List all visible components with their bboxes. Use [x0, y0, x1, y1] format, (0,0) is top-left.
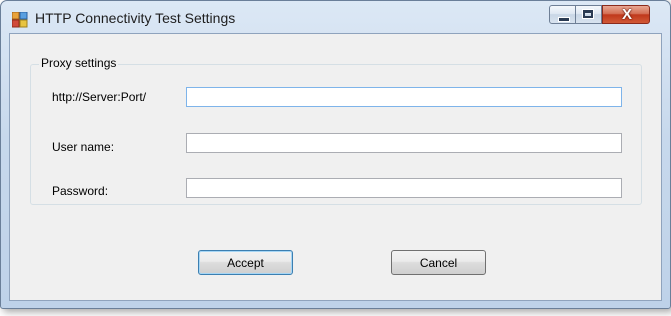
minimize-button[interactable] — [549, 5, 576, 24]
minimize-icon — [558, 17, 570, 22]
password-input[interactable] — [186, 178, 622, 198]
username-label: User name: — [52, 140, 115, 154]
cancel-button[interactable]: Cancel — [391, 250, 486, 275]
dialog-body: Proxy settings http://Server:Port/ User … — [9, 33, 662, 301]
window-title: HTTP Connectivity Test Settings — [35, 10, 236, 26]
maximize-icon — [582, 9, 594, 19]
title-bar[interactable]: HTTP Connectivity Test Settings X — [1, 1, 670, 33]
proxy-settings-legend: Proxy settings — [39, 56, 119, 70]
username-input[interactable] — [186, 133, 622, 153]
proxy-settings-group: Proxy settings http://Server:Port/ User … — [30, 56, 642, 205]
accept-button[interactable]: Accept — [198, 250, 293, 275]
settings-dialog: HTTP Connectivity Test Settings X Proxy … — [0, 0, 671, 309]
server-port-input[interactable] — [186, 87, 622, 107]
app-window-icon — [12, 12, 28, 28]
server-port-label: http://Server:Port/ — [52, 90, 147, 104]
close-icon: X — [621, 6, 632, 23]
maximize-button[interactable] — [576, 5, 602, 24]
password-label: Password: — [52, 184, 109, 198]
close-button[interactable]: X — [602, 5, 650, 24]
